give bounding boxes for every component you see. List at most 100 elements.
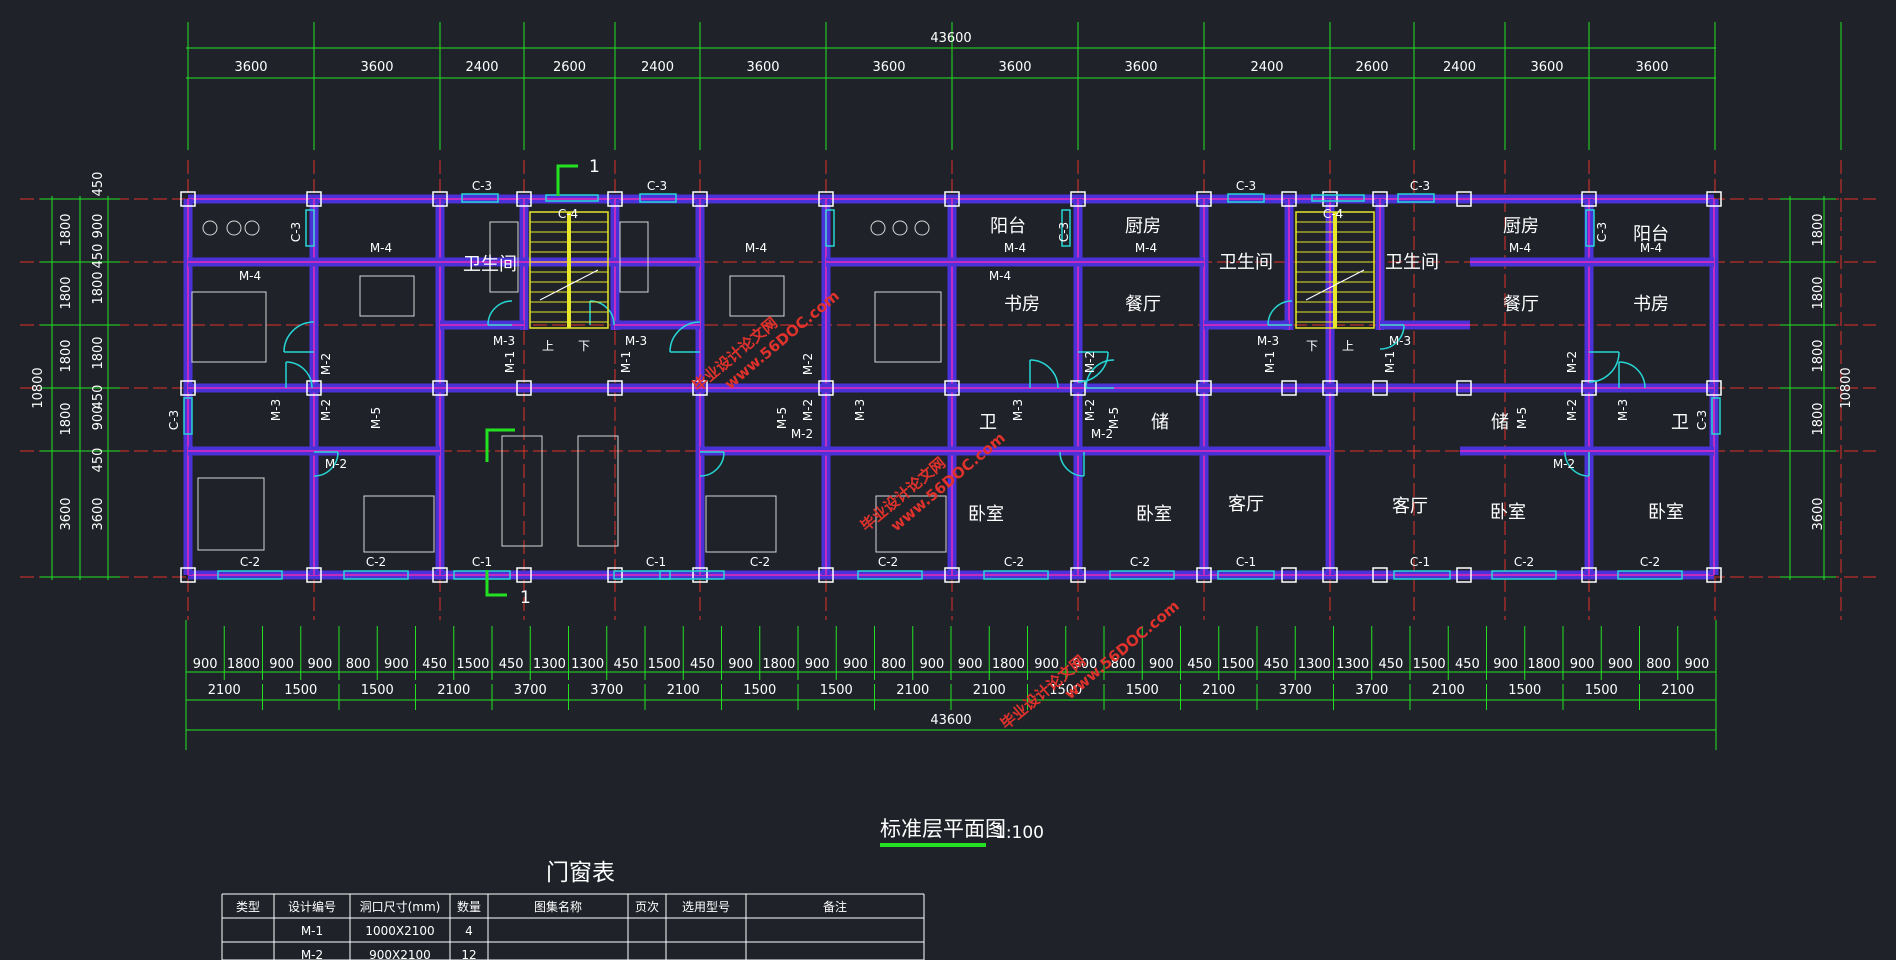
bottom-dim: 2100	[1432, 683, 1465, 698]
opening-tag: C-1	[1410, 555, 1430, 569]
opening-tag: M-3	[269, 399, 283, 421]
opening-tag: C-3	[1236, 179, 1256, 193]
walls	[183, 194, 1719, 580]
opening-tag: M-3	[493, 334, 515, 348]
opening-tag: M-4	[239, 269, 261, 283]
bottom-dim: 800	[1646, 657, 1671, 672]
room-label: 储	[1151, 412, 1169, 433]
opening-tag: M-2	[319, 399, 333, 421]
bottom-dim: 1300	[571, 657, 604, 672]
bottom-dim: 900	[384, 657, 409, 672]
right-dim: 1800	[1811, 402, 1826, 435]
bottom-dim: 1500	[361, 683, 394, 698]
opening-tag: M-3	[1011, 399, 1025, 421]
furniture	[874, 291, 942, 363]
opening-tag: C-2	[750, 555, 770, 569]
room-label: 储	[1491, 412, 1509, 433]
opening-tag: C-2	[1004, 555, 1024, 569]
opening-tag: M-1	[1263, 351, 1277, 373]
bottom-dim: 450	[1264, 657, 1289, 672]
opening-tag: M-4	[989, 269, 1011, 283]
opening-tag: M-2	[1565, 351, 1579, 373]
bottom-dim: 900	[1493, 657, 1518, 672]
table-cell: 1000X2100	[365, 924, 434, 938]
left-dim: 1800	[59, 213, 74, 246]
opening-tag: C-2	[366, 555, 386, 569]
section-mark-label: 1	[589, 157, 600, 177]
left-dim: 1800	[59, 339, 74, 372]
left-dim: 3600	[59, 497, 74, 530]
bottom-dim: 900	[805, 657, 830, 672]
bottom-dim: 800	[346, 657, 371, 672]
bottom-dim: 900	[269, 657, 294, 672]
left-dims: 4509004501800180045090045036001800180018…	[59, 172, 106, 531]
bottom-dim: 1800	[992, 657, 1025, 672]
opening-tag: C-3	[289, 222, 303, 242]
bottom-dim: 1500	[1126, 683, 1159, 698]
bottom-dim: 900	[307, 657, 332, 672]
span-dim: 3600	[872, 60, 905, 75]
table-cell: M-1	[301, 924, 323, 938]
right-dim: 3600	[1811, 497, 1826, 530]
opening-tag: M-5	[1107, 407, 1121, 429]
opening-tag: M-3	[625, 334, 647, 348]
span-dim: 2400	[465, 60, 498, 75]
opening-tag: M-2	[319, 353, 333, 375]
fixture	[892, 220, 908, 236]
opening-tag: M-5	[369, 407, 383, 429]
opening-tag: M-3	[1389, 334, 1411, 348]
table-header: 设计编号	[288, 899, 336, 914]
right-dim: 1800	[1811, 213, 1826, 246]
bottom-dim: 450	[1187, 657, 1212, 672]
opening-tag: M-2	[1083, 351, 1097, 373]
opening-tag: 上	[542, 339, 554, 353]
room-label: 餐厅	[1503, 294, 1539, 315]
overall-dim-bottom: 43600	[930, 713, 971, 728]
opening-tag: C-2	[1640, 555, 1660, 569]
opening-tags: C-3 C-3 C-3 C-3 C-3 C-3 C-3 C-3 C-3 C-4 C-4 M-4 M-4 M…	[167, 179, 1709, 569]
watermark: www.56DOC.com	[1061, 597, 1183, 703]
span-dim: 3600	[360, 60, 393, 75]
furniture	[191, 291, 267, 363]
left-dim: 900	[91, 214, 106, 239]
opening-tag: C-3	[1695, 410, 1709, 430]
room-label: 卧室	[968, 504, 1004, 525]
bottom-dim: 2100	[667, 683, 700, 698]
bottom-dim: 1500	[1221, 657, 1254, 672]
bottom-dim: 450	[613, 657, 638, 672]
opening-tag: 下	[1306, 339, 1318, 353]
left-dim: 450	[91, 244, 106, 269]
bottom-dim: 1800	[227, 657, 260, 672]
bottom-dims-row2: 2100 1500 1500 2100 3700 3700 2100 1500 1500 2100…	[185, 683, 1694, 710]
bottom-dim: 1500	[648, 657, 681, 672]
room-label: 卫	[979, 412, 997, 433]
opening-tag: M-4	[1509, 241, 1531, 255]
opening-tag: C-1	[1236, 555, 1256, 569]
opening-tag: M-3	[1616, 399, 1630, 421]
left-dim: 900	[91, 406, 106, 431]
room-label: 厨房	[1125, 216, 1161, 237]
opening-tag: 上	[1342, 339, 1354, 353]
left-dim: 1800	[59, 276, 74, 309]
opening-tag: M-1	[503, 351, 517, 373]
opening-tag: M-3	[1257, 334, 1279, 348]
table-header: 页次	[635, 900, 659, 914]
bottom-dim: 3700	[1355, 683, 1388, 698]
fixture	[226, 220, 242, 236]
table-caption: 门窗表	[546, 860, 615, 886]
overall-dim-top: 43600	[930, 31, 971, 46]
table-header: 数量	[457, 899, 481, 914]
bottom-dim: 2100	[208, 683, 241, 698]
bottom-dim: 900	[843, 657, 868, 672]
bottom-dim: 1500	[1585, 683, 1618, 698]
bottom-dim: 900	[1570, 657, 1595, 672]
room-label: 卫生间	[463, 254, 517, 275]
opening-tag: C-3	[647, 179, 667, 193]
bottom-dim: 3700	[514, 683, 547, 698]
furniture	[577, 435, 619, 547]
bottom-dim: 2100	[896, 683, 929, 698]
door-swing	[589, 300, 615, 326]
span-dim: 3600	[1530, 60, 1563, 75]
opening-tag: C-3	[1595, 222, 1609, 242]
table-header: 图集名称	[534, 899, 582, 914]
